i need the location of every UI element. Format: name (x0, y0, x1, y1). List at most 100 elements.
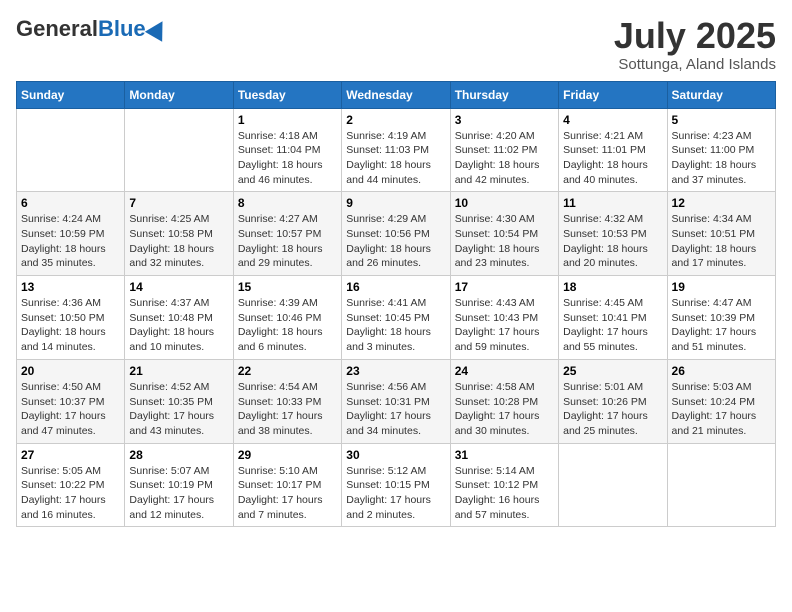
day-number: 14 (129, 280, 228, 294)
logo-triangle-icon (144, 16, 170, 42)
day-number: 6 (21, 196, 120, 210)
calendar-cell: 24 Sunrise: 4:58 AM Sunset: 10:28 PM Dayl… (450, 359, 558, 443)
calendar-cell: 5Sunrise: 4:23 AM Sunset: 11:00 PM Dayli… (667, 108, 775, 192)
calendar-cell: 26 Sunrise: 5:03 AM Sunset: 10:24 PM Dayl… (667, 359, 775, 443)
calendar-cell: 7Sunrise: 4:25 AM Sunset: 10:58 PM Dayli… (125, 192, 233, 276)
calendar-week-row: 27 Sunrise: 5:05 AM Sunset: 10:22 PM Dayl… (17, 443, 776, 527)
day-of-week-header: Wednesday (342, 81, 450, 108)
calendar-cell: 6 Sunrise: 4:24 AM Sunset: 10:59 PM Dayli… (17, 192, 125, 276)
day-info: Sunrise: 4:45 AM Sunset: 10:41 PM Daylig… (563, 296, 662, 355)
day-number: 30 (346, 448, 445, 462)
day-number: 24 (455, 364, 554, 378)
calendar-week-row: 13Sunrise: 4:36 AM Sunset: 10:50 PM Dayl… (17, 276, 776, 360)
day-number: 17 (455, 280, 554, 294)
calendar-cell (17, 108, 125, 192)
calendar-cell: 17Sunrise: 4:43 AM Sunset: 10:43 PM Dayl… (450, 276, 558, 360)
calendar-cell: 25Sunrise: 5:01 AM Sunset: 10:26 PM Dayl… (559, 359, 667, 443)
calendar-cell: 11Sunrise: 4:32 AM Sunset: 10:53 PM Dayl… (559, 192, 667, 276)
day-info: Sunrise: 5:07 AM Sunset: 10:19 PM Daylig… (129, 464, 228, 523)
day-info: Sunrise: 5:10 AM Sunset: 10:17 PM Daylig… (238, 464, 337, 523)
day-number: 10 (455, 196, 554, 210)
day-info: Sunrise: 4:21 AM Sunset: 11:01 PM Daylig… (563, 129, 662, 188)
day-of-week-header: Thursday (450, 81, 558, 108)
calendar-cell: 4 Sunrise: 4:21 AM Sunset: 11:01 PM Dayli… (559, 108, 667, 192)
day-number: 11 (563, 196, 662, 210)
calendar-cell: 9 Sunrise: 4:29 AM Sunset: 10:56 PM Dayli… (342, 192, 450, 276)
day-number: 16 (346, 280, 445, 294)
title-block: July 2025 Sottunga, Aland Islands (614, 16, 776, 73)
day-number: 26 (672, 364, 771, 378)
day-number: 2 (346, 113, 445, 127)
calendar-cell: 8 Sunrise: 4:27 AM Sunset: 10:57 PM Dayli… (233, 192, 341, 276)
day-info: Sunrise: 4:36 AM Sunset: 10:50 PM Daylig… (21, 296, 120, 355)
day-number: 1 (238, 113, 337, 127)
day-number: 7 (129, 196, 228, 210)
day-number: 20 (21, 364, 120, 378)
day-number: 27 (21, 448, 120, 462)
day-info: Sunrise: 4:34 AM Sunset: 10:51 PM Daylig… (672, 212, 771, 271)
day-number: 8 (238, 196, 337, 210)
day-info: Sunrise: 4:37 AM Sunset: 10:48 PM Daylig… (129, 296, 228, 355)
day-info: Sunrise: 4:41 AM Sunset: 10:45 PM Daylig… (346, 296, 445, 355)
calendar-cell: 19 Sunrise: 4:47 AM Sunset: 10:39 PM Dayl… (667, 276, 775, 360)
calendar-cell (667, 443, 775, 527)
day-info: Sunrise: 5:14 AM Sunset: 10:12 PM Daylig… (455, 464, 554, 523)
day-info: Sunrise: 4:27 AM Sunset: 10:57 PM Daylig… (238, 212, 337, 271)
calendar-cell: 2 Sunrise: 4:19 AM Sunset: 11:03 PM Dayli… (342, 108, 450, 192)
day-info: Sunrise: 4:58 AM Sunset: 10:28 PM Daylig… (455, 380, 554, 439)
day-info: Sunrise: 5:12 AM Sunset: 10:15 PM Daylig… (346, 464, 445, 523)
calendar-cell: 28 Sunrise: 5:07 AM Sunset: 10:19 PM Dayl… (125, 443, 233, 527)
day-number: 19 (672, 280, 771, 294)
day-info: Sunrise: 5:05 AM Sunset: 10:22 PM Daylig… (21, 464, 120, 523)
day-number: 28 (129, 448, 228, 462)
calendar-cell: 29Sunrise: 5:10 AM Sunset: 10:17 PM Dayl… (233, 443, 341, 527)
calendar-cell: 23Sunrise: 4:56 AM Sunset: 10:31 PM Dayl… (342, 359, 450, 443)
logo: General Blue (16, 16, 168, 42)
day-number: 9 (346, 196, 445, 210)
day-info: Sunrise: 4:19 AM Sunset: 11:03 PM Daylig… (346, 129, 445, 188)
day-info: Sunrise: 4:29 AM Sunset: 10:56 PM Daylig… (346, 212, 445, 271)
day-number: 12 (672, 196, 771, 210)
day-info: Sunrise: 5:03 AM Sunset: 10:24 PM Daylig… (672, 380, 771, 439)
day-number: 15 (238, 280, 337, 294)
month-title: July 2025 (614, 16, 776, 56)
calendar-cell: 30 Sunrise: 5:12 AM Sunset: 10:15 PM Dayl… (342, 443, 450, 527)
calendar-cell: 27 Sunrise: 5:05 AM Sunset: 10:22 PM Dayl… (17, 443, 125, 527)
location-subtitle: Sottunga, Aland Islands (614, 56, 776, 73)
calendar-week-row: 20Sunrise: 4:50 AM Sunset: 10:37 PM Dayl… (17, 359, 776, 443)
calendar-cell: 15Sunrise: 4:39 AM Sunset: 10:46 PM Dayl… (233, 276, 341, 360)
calendar-cell: 31 Sunrise: 5:14 AM Sunset: 10:12 PM Dayl… (450, 443, 558, 527)
calendar-week-row: 6 Sunrise: 4:24 AM Sunset: 10:59 PM Dayli… (17, 192, 776, 276)
days-of-week-row: SundayMondayTuesdayWednesdayThursdayFrid… (17, 81, 776, 108)
day-number: 4 (563, 113, 662, 127)
day-number: 31 (455, 448, 554, 462)
day-info: Sunrise: 4:20 AM Sunset: 11:02 PM Daylig… (455, 129, 554, 188)
day-number: 18 (563, 280, 662, 294)
calendar-cell: 14 Sunrise: 4:37 AM Sunset: 10:48 PM Dayl… (125, 276, 233, 360)
day-of-week-header: Sunday (17, 81, 125, 108)
calendar-cell: 22Sunrise: 4:54 AM Sunset: 10:33 PM Dayl… (233, 359, 341, 443)
day-of-week-header: Tuesday (233, 81, 341, 108)
day-info: Sunrise: 4:18 AM Sunset: 11:04 PM Daylig… (238, 129, 337, 188)
calendar-cell (125, 108, 233, 192)
calendar-cell: 10 Sunrise: 4:30 AM Sunset: 10:54 PM Dayl… (450, 192, 558, 276)
day-info: Sunrise: 4:23 AM Sunset: 11:00 PM Daylig… (672, 129, 771, 188)
calendar-cell: 1 Sunrise: 4:18 AM Sunset: 11:04 PM Dayli… (233, 108, 341, 192)
logo-general-text: General (16, 16, 98, 42)
day-number: 21 (129, 364, 228, 378)
logo-blue-text: Blue (98, 16, 146, 42)
day-info: Sunrise: 4:47 AM Sunset: 10:39 PM Daylig… (672, 296, 771, 355)
day-number: 25 (563, 364, 662, 378)
day-of-week-header: Monday (125, 81, 233, 108)
day-of-week-header: Saturday (667, 81, 775, 108)
page-header: General Blue July 2025 Sottunga, Aland I… (16, 16, 776, 73)
day-info: Sunrise: 4:30 AM Sunset: 10:54 PM Daylig… (455, 212, 554, 271)
calendar-cell: 20Sunrise: 4:50 AM Sunset: 10:37 PM Dayl… (17, 359, 125, 443)
calendar-cell: 18 Sunrise: 4:45 AM Sunset: 10:41 PM Dayl… (559, 276, 667, 360)
calendar-cell: 3 Sunrise: 4:20 AM Sunset: 11:02 PM Dayli… (450, 108, 558, 192)
day-number: 3 (455, 113, 554, 127)
calendar-table: SundayMondayTuesdayWednesdayThursdayFrid… (16, 81, 776, 528)
day-info: Sunrise: 4:24 AM Sunset: 10:59 PM Daylig… (21, 212, 120, 271)
calendar-cell: 12 Sunrise: 4:34 AM Sunset: 10:51 PM Dayl… (667, 192, 775, 276)
day-info: Sunrise: 4:56 AM Sunset: 10:31 PM Daylig… (346, 380, 445, 439)
